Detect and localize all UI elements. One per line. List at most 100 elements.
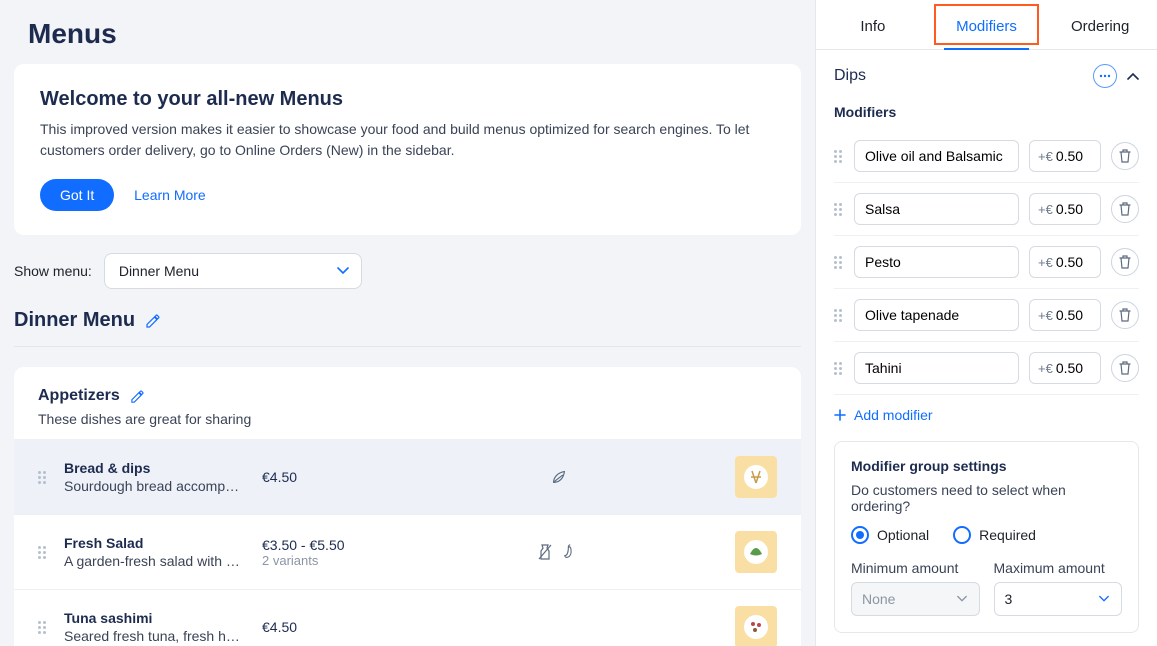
collapse-icon[interactable]	[1127, 72, 1139, 80]
price-value[interactable]	[1056, 254, 1088, 270]
dish-description: A garden-fresh salad with s…	[64, 553, 244, 569]
max-amount-value: 3	[1005, 591, 1013, 607]
leaf-icon	[550, 468, 568, 486]
modifier-name-input[interactable]	[854, 352, 1019, 384]
delete-modifier-button[interactable]	[1111, 195, 1139, 223]
price-value[interactable]	[1056, 307, 1088, 323]
max-amount-select[interactable]: 3	[994, 582, 1123, 616]
price-prefix: +€	[1038, 361, 1053, 376]
modifier-name-input[interactable]	[854, 193, 1019, 225]
welcome-card: Welcome to your all-new Menus This impro…	[14, 64, 801, 235]
drag-handle-icon[interactable]	[834, 362, 844, 375]
divider	[14, 346, 801, 347]
delete-modifier-button[interactable]	[1111, 301, 1139, 329]
price-value[interactable]	[1056, 201, 1088, 217]
min-amount-value: None	[862, 591, 895, 607]
section-header: Appetizers These dishes are great for sh…	[14, 367, 801, 439]
add-modifier-label: Add modifier	[854, 407, 933, 423]
settings-title: Modifier group settings	[851, 458, 1122, 474]
tab-info[interactable]: Info	[816, 0, 930, 49]
dish-thumbnail	[735, 606, 777, 646]
welcome-text: This improved version makes it easier to…	[40, 119, 775, 161]
dish-thumbnail	[735, 456, 777, 498]
edit-menu-button[interactable]	[145, 313, 161, 329]
no-dairy-icon	[537, 543, 553, 561]
chevron-down-icon	[957, 596, 967, 603]
menu-name: Dinner Menu	[14, 309, 135, 332]
drag-handle-icon[interactable]	[834, 203, 844, 216]
dish-name: Fresh Salad	[64, 535, 244, 551]
section-card: Appetizers These dishes are great for sh…	[14, 367, 801, 646]
welcome-title: Welcome to your all-new Menus	[40, 88, 775, 111]
price-prefix: +€	[1038, 255, 1053, 270]
drag-handle-icon[interactable]	[38, 546, 46, 559]
drag-handle-icon[interactable]	[834, 150, 844, 163]
more-actions-button[interactable]	[1093, 64, 1117, 88]
modifier-row: +€	[834, 130, 1139, 183]
learn-more-link[interactable]: Learn More	[134, 187, 206, 203]
dish-thumbnail	[735, 531, 777, 573]
modifier-row: +€	[834, 289, 1139, 342]
dish-row[interactable]: Tuna sashimi Seared fresh tuna, fresh he…	[14, 589, 801, 646]
modifiers-subheading: Modifiers	[834, 104, 1139, 120]
radio-required[interactable]: Required	[953, 526, 1036, 544]
main-content: Menus Welcome to your all-new Menus This…	[0, 0, 815, 646]
section-title: Appetizers	[38, 387, 120, 405]
radio-optional[interactable]: Optional	[851, 526, 929, 544]
modifier-row: +€	[834, 236, 1139, 289]
chevron-down-icon	[1099, 596, 1109, 603]
page-title: Menus	[0, 0, 815, 64]
min-amount-label: Minimum amount	[851, 560, 980, 576]
menu-select-dropdown[interactable]: Dinner Menu	[104, 253, 362, 289]
section-description: These dishes are great for sharing	[38, 411, 777, 427]
dish-price: €4.50	[262, 619, 382, 635]
dish-price: €3.50 - €5.50	[262, 537, 382, 553]
modifier-price-input[interactable]: +€	[1029, 246, 1101, 278]
dish-description: Seared fresh tuna, fresh her…	[64, 628, 244, 644]
drag-handle-icon[interactable]	[38, 621, 46, 634]
modifier-name-input[interactable]	[854, 140, 1019, 172]
panel-body: Dips Modifiers +€	[816, 50, 1157, 646]
radio-required-label: Required	[979, 527, 1036, 543]
modifier-name-input[interactable]	[854, 299, 1019, 331]
delete-modifier-button[interactable]	[1111, 142, 1139, 170]
price-prefix: +€	[1038, 149, 1053, 164]
modifier-name-input[interactable]	[854, 246, 1019, 278]
dish-variants: 2 variants	[262, 553, 382, 568]
panel-tabs: Info Modifiers Ordering	[816, 0, 1157, 50]
modifier-price-input[interactable]: +€	[1029, 140, 1101, 172]
modifiers-panel: Info Modifiers Ordering Dips Modifiers	[815, 0, 1157, 646]
dish-price: €4.50	[262, 469, 382, 485]
settings-question: Do customers need to select when orderin…	[851, 482, 1122, 514]
max-amount-label: Maximum amount	[994, 560, 1123, 576]
drag-handle-icon[interactable]	[834, 309, 844, 322]
delete-modifier-button[interactable]	[1111, 354, 1139, 382]
modifier-row: +€	[834, 183, 1139, 236]
price-value[interactable]	[1056, 148, 1088, 164]
dish-row[interactable]: Bread & dips Sourdough bread accompa… €4…	[14, 439, 801, 514]
tab-ordering[interactable]: Ordering	[1043, 0, 1157, 49]
price-prefix: +€	[1038, 308, 1053, 323]
drag-handle-icon[interactable]	[834, 256, 844, 269]
dish-name: Bread & dips	[64, 460, 244, 476]
plus-icon	[834, 409, 846, 421]
menu-select-value: Dinner Menu	[119, 263, 199, 279]
delete-modifier-button[interactable]	[1111, 248, 1139, 276]
price-value[interactable]	[1056, 360, 1088, 376]
dish-description: Sourdough bread accompa…	[64, 478, 244, 494]
menu-heading: Dinner Menu	[0, 303, 815, 346]
price-prefix: +€	[1038, 202, 1053, 217]
drag-handle-icon[interactable]	[38, 471, 46, 484]
add-modifier-button[interactable]: Add modifier	[834, 395, 1139, 441]
pepper-icon	[563, 543, 581, 561]
modifier-price-input[interactable]: +€	[1029, 352, 1101, 384]
tab-modifiers[interactable]: Modifiers	[930, 0, 1044, 49]
modifier-price-input[interactable]: +€	[1029, 299, 1101, 331]
edit-section-button[interactable]	[130, 389, 145, 404]
radio-optional-label: Optional	[877, 527, 929, 543]
modifier-price-input[interactable]: +€	[1029, 193, 1101, 225]
min-amount-select[interactable]: None	[851, 582, 980, 616]
dish-row[interactable]: Fresh Salad A garden-fresh salad with s……	[14, 514, 801, 589]
got-it-button[interactable]: Got It	[40, 179, 114, 211]
show-menu-row: Show menu: Dinner Menu	[0, 253, 815, 303]
